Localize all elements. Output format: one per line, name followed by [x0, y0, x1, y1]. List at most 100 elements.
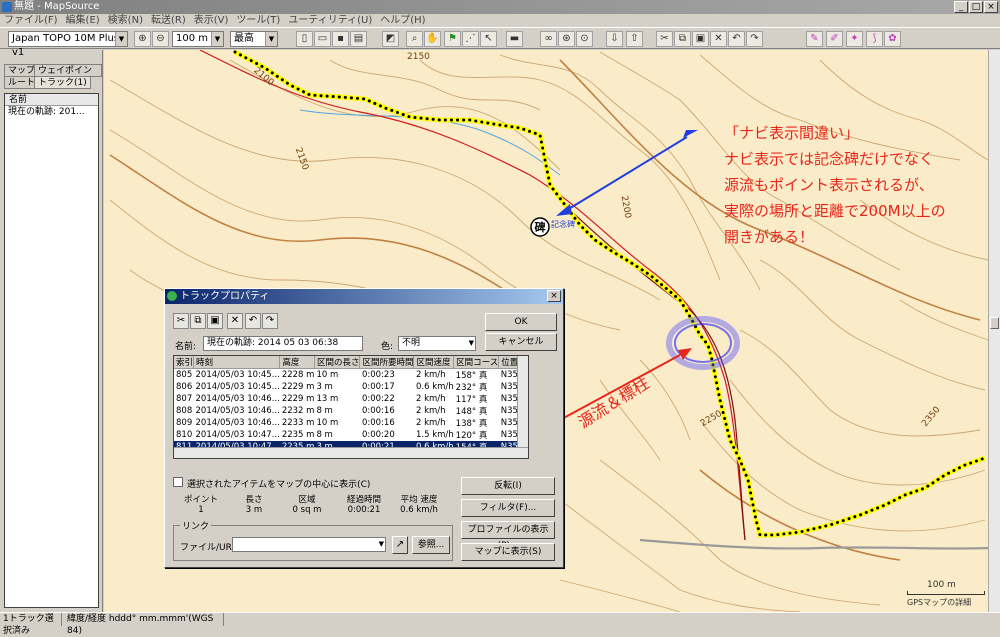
- column-header[interactable]: 高度: [279, 356, 315, 369]
- zoom-level-value: 100 m: [176, 33, 209, 44]
- stat-header: 平均 速度: [400, 495, 438, 505]
- waypoint-flag-icon[interactable]: ⚑: [444, 31, 461, 47]
- list-header[interactable]: 名前: [5, 94, 98, 106]
- tab-track[interactable]: トラック(1): [34, 76, 91, 89]
- open-folder-icon[interactable]: ▭: [314, 31, 331, 47]
- table-cell: 0:00:17: [361, 382, 395, 392]
- reverse-button[interactable]: 反転(I): [461, 477, 555, 495]
- measure-icon[interactable]: ▬: [506, 31, 523, 47]
- menu-utility[interactable]: ユーティリティ(U): [284, 14, 376, 27]
- menu-tools[interactable]: ツール(T): [232, 14, 284, 27]
- copy-icon[interactable]: ⧉: [190, 313, 206, 329]
- undo-icon[interactable]: ↶: [728, 31, 745, 47]
- column-header[interactable]: 区間の長さ: [314, 356, 361, 369]
- table-cell: 2014/05/03 10:45...: [195, 382, 280, 392]
- find-binoculars-icon[interactable]: ∞: [540, 31, 557, 47]
- annotation-text: 「ナビ表示間違い」 ナビ表示では記念碑だけでなく 源流もポイント表示されるが、 …: [724, 120, 988, 250]
- table-hscroll[interactable]: [174, 447, 528, 458]
- ok-button[interactable]: OK: [485, 313, 557, 331]
- new-file-icon[interactable]: ▯: [296, 31, 313, 47]
- table-cell: 10 m: [316, 370, 339, 380]
- zoom-level-select[interactable]: 100 m ▼: [172, 31, 224, 47]
- center-map-checkbox[interactable]: [173, 477, 183, 487]
- minimize-button[interactable]: _: [954, 1, 968, 13]
- open-link-icon[interactable]: ↗: [392, 536, 408, 554]
- table-row[interactable]: 808 2014/05/03 10:46... 2232 m8 m 0:00:16 2 …: [174, 405, 528, 417]
- table-cell: 808: [176, 406, 193, 416]
- window-title: 無題 - MapSource: [14, 1, 100, 12]
- cut-icon[interactable]: ✂: [173, 313, 189, 329]
- paste-icon[interactable]: ▣: [692, 31, 709, 47]
- print-icon[interactable]: ▤: [350, 31, 367, 47]
- annotation-line: 実際の場所と距離で200M以上の: [724, 202, 946, 220]
- table-cell: 8 m: [316, 430, 333, 440]
- draw-tool-icon[interactable]: ✎: [806, 31, 823, 47]
- table-cell: 232° 真: [455, 383, 488, 393]
- delete-icon[interactable]: ✕: [227, 313, 243, 329]
- shape-tool-icon[interactable]: ✿: [884, 31, 901, 47]
- dialog-close-icon[interactable]: ×: [547, 290, 561, 302]
- menu-help[interactable]: ヘルプ(H): [376, 14, 429, 27]
- route-tool-icon[interactable]: ⋰: [462, 31, 479, 47]
- table-cell: 2014/05/03 10:46...: [195, 394, 280, 404]
- filter-button[interactable]: フィルタ(F)...: [461, 499, 555, 517]
- table-row[interactable]: 809 2014/05/03 10:46... 2233 m 10 m 0:00:16 2…: [174, 417, 528, 429]
- zoom-in-icon[interactable]: ⊕: [134, 31, 151, 47]
- map-product-select[interactable]: Japan TOPO 10M Plus v1 ▼: [8, 31, 128, 58]
- line-tool-icon[interactable]: ⟆: [866, 31, 883, 47]
- copy-icon[interactable]: ⧉: [674, 31, 691, 47]
- close-button[interactable]: ×: [984, 1, 998, 13]
- title-bar: 無題 - MapSource _ □ ×: [0, 0, 1000, 14]
- send-to-device-icon[interactable]: ⇧: [626, 31, 643, 47]
- point-tool-icon[interactable]: ✦: [846, 31, 863, 47]
- annotation-line: ナビ表示では記念碑だけでなく: [724, 150, 935, 168]
- show-on-map-button[interactable]: マップに表示(S): [461, 543, 555, 561]
- pointer-icon[interactable]: ↖: [480, 31, 497, 47]
- maximize-button[interactable]: □: [969, 1, 983, 13]
- browse-button[interactable]: 参照...: [412, 536, 450, 554]
- receive-from-device-icon[interactable]: ⇩: [606, 31, 623, 47]
- save-icon[interactable]: ▪: [332, 31, 349, 47]
- find-address-icon[interactable]: ⊙: [576, 31, 593, 47]
- column-header[interactable]: 時刻: [193, 356, 281, 369]
- paste-icon[interactable]: ▣: [207, 313, 223, 329]
- list-item[interactable]: 現在の軌跡: 201...: [5, 106, 98, 118]
- map-select-icon[interactable]: ◩: [382, 31, 399, 47]
- cut-icon[interactable]: ✂: [656, 31, 673, 47]
- name-field[interactable]: 現在の軌跡: 2014 05 03 06:38: [203, 336, 363, 351]
- color-select[interactable]: 不明 ▼: [398, 336, 476, 351]
- table-vscroll[interactable]: [517, 356, 528, 448]
- table-row[interactable]: 806 2014/05/03 10:45... 2229 m3 m 0:00:17 0.…: [174, 381, 528, 393]
- menu-file[interactable]: ファイル(F): [0, 14, 62, 27]
- menu-find[interactable]: 検索(N): [104, 14, 147, 27]
- menu-view[interactable]: 表示(V): [190, 14, 233, 27]
- cancel-button[interactable]: キャンセル: [485, 333, 557, 351]
- redo-icon[interactable]: ↷: [262, 313, 278, 329]
- find-nearby-icon[interactable]: ⊛: [558, 31, 575, 47]
- undo-icon[interactable]: ↶: [245, 313, 261, 329]
- table-row[interactable]: 807 2014/05/03 10:46... 2229 m 13 m 0:00:22 2…: [174, 393, 528, 405]
- hand-tool-icon[interactable]: ✋: [424, 31, 441, 47]
- table-row[interactable]: 805 2014/05/03 10:45... 2228 m 10 m 0:00:23 2…: [174, 369, 528, 381]
- zoom-out-icon[interactable]: ⊖: [152, 31, 169, 47]
- map-scrollbar[interactable]: [988, 50, 1000, 612]
- file-url-input[interactable]: ▼: [232, 537, 386, 552]
- column-header[interactable]: 区間コース: [453, 356, 500, 369]
- delete-icon[interactable]: ✕: [710, 31, 727, 47]
- column-header[interactable]: 索引: [174, 356, 195, 369]
- table-cell: 809: [176, 418, 193, 428]
- zoom-tool-icon[interactable]: ⌕: [406, 31, 423, 47]
- menu-edit[interactable]: 編集(E): [62, 14, 104, 27]
- redo-icon[interactable]: ↷: [746, 31, 763, 47]
- scrollbar-thumb[interactable]: [990, 317, 999, 329]
- center-map-label: 選択されたアイテムをマップの中心に表示(C): [187, 480, 371, 490]
- menu-transfer[interactable]: 転送(R): [147, 14, 190, 27]
- detail-select[interactable]: 最高 ▼: [230, 31, 278, 47]
- highlighter-icon[interactable]: ✐: [826, 31, 843, 47]
- stat-header: 長さ: [245, 495, 263, 505]
- status-coords: 緯度/経度 hddd° mm.mmm'(WGS 84): [64, 613, 224, 636]
- column-header[interactable]: 区間速度: [413, 356, 455, 369]
- table-row[interactable]: 810 2014/05/03 10:47... 2235 m8 m 0:00:20 1.…: [174, 429, 528, 441]
- show-profile-button[interactable]: プロファイルの表示(P)...: [461, 521, 555, 551]
- column-header[interactable]: 区間所要時間: [359, 356, 415, 369]
